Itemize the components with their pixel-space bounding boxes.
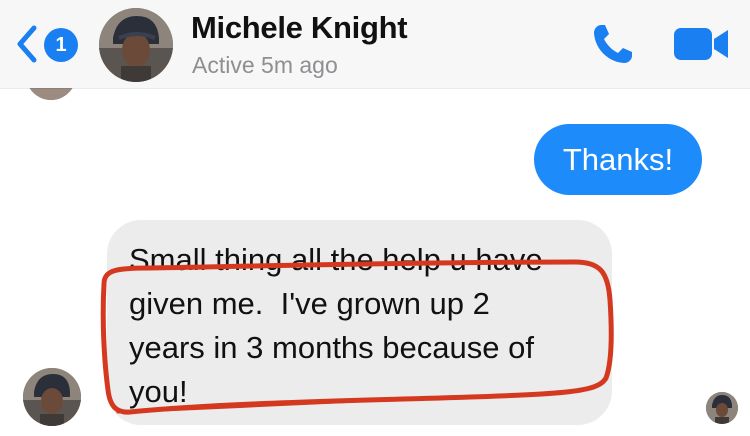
chevron-left-icon (17, 25, 37, 63)
conversation-header: 1 Michele Knight Active 5m ago (0, 0, 750, 88)
incoming-message-bubble[interactable]: Small thing all the help u have given me… (107, 220, 612, 425)
message-line: years in 3 months because of (129, 330, 534, 365)
contact-avatar[interactable] (99, 8, 173, 82)
phone-icon (594, 25, 632, 63)
messenger-conversation-screen: 1 Michele Knight Active 5m ago Thanks! S… (0, 0, 750, 436)
message-line: you! (129, 374, 188, 409)
voice-call-button[interactable] (588, 19, 638, 69)
outgoing-message-bubble[interactable]: Thanks! (534, 124, 702, 195)
contact-name[interactable]: Michele Knight (191, 10, 408, 46)
read-receipt-avatar (706, 392, 738, 424)
active-status: Active 5m ago (192, 52, 338, 78)
video-camera-icon (674, 28, 728, 60)
unread-count-badge: 1 (44, 28, 78, 62)
message-line: given me. I've grown up 2 (129, 286, 490, 321)
message-line: Small thing all the help u have (129, 242, 543, 277)
back-button[interactable]: 1 (14, 22, 84, 66)
video-call-button[interactable] (672, 24, 732, 64)
sender-avatar[interactable] (23, 368, 81, 426)
